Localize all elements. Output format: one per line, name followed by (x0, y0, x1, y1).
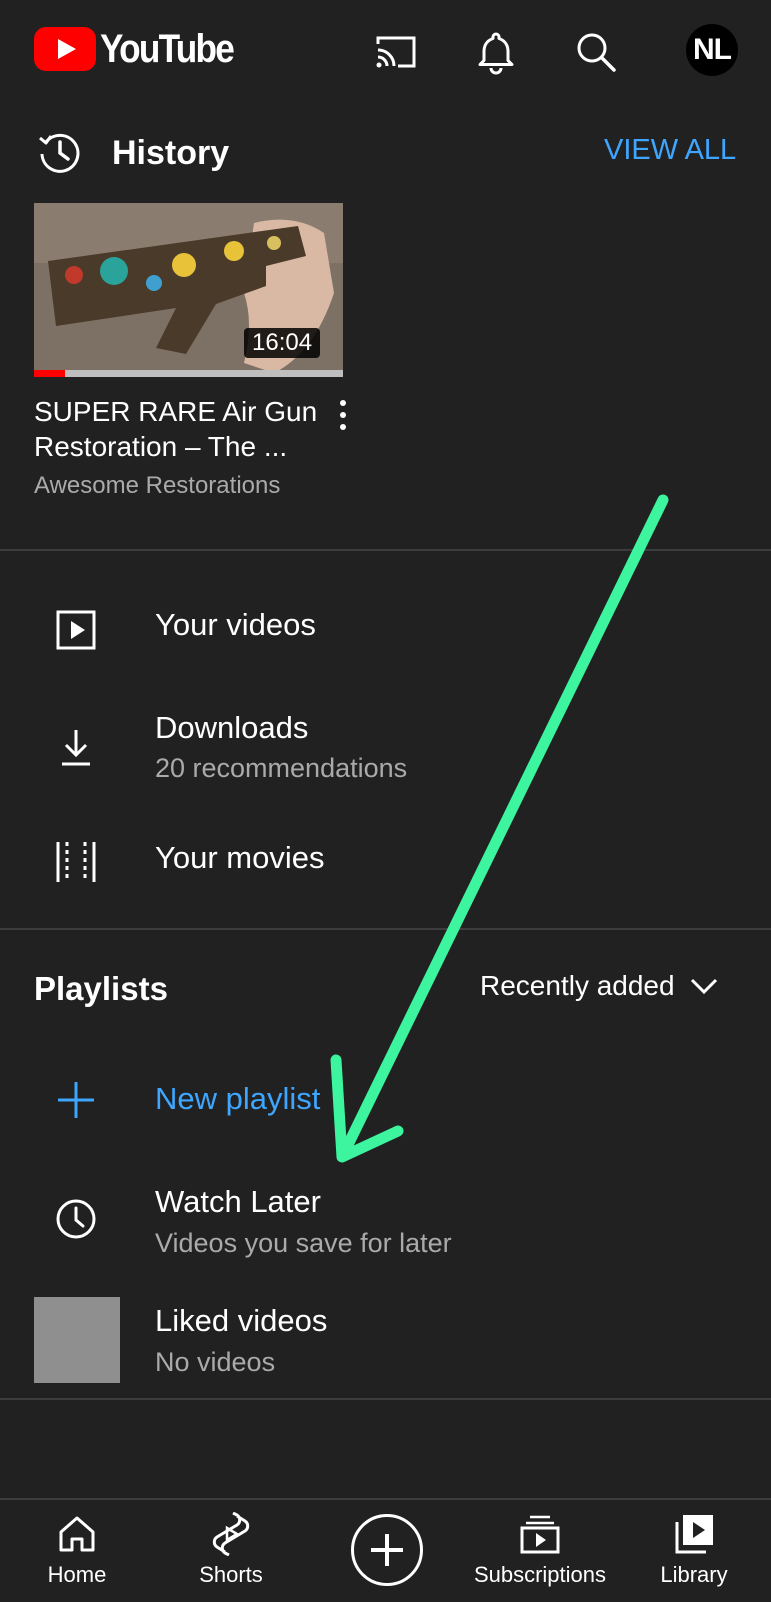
bell-icon[interactable] (472, 28, 520, 76)
nav-subscriptions[interactable]: Subscriptions (465, 1500, 615, 1600)
sort-label: Recently added (480, 970, 675, 1001)
divider (0, 1398, 771, 1400)
clock-icon (56, 1199, 96, 1239)
avatar[interactable]: NL (686, 24, 738, 76)
download-icon (62, 730, 90, 766)
bottom-navigation: Home Shorts Subscriptions Library (0, 1498, 771, 1602)
liked-videos-subtitle: No videos (155, 1347, 276, 1377)
video-title-line1: SUPER RARE Air Gun (34, 396, 318, 427)
nav-home[interactable]: Home (2, 1500, 152, 1600)
shorts-icon (212, 1512, 250, 1556)
video-title[interactable]: SUPER RARE Air Gun Restoration – The ... (34, 394, 324, 464)
plus-icon (371, 1534, 403, 1566)
nav-shorts[interactable]: Shorts (156, 1500, 306, 1600)
view-all-link[interactable]: VIEW ALL (604, 134, 736, 167)
watch-progress-bar (34, 370, 343, 377)
search-icon[interactable] (572, 28, 620, 76)
divider (0, 928, 771, 930)
playlists-title: Playlists (34, 970, 168, 1007)
downloads-subtitle: 20 recommendations (155, 753, 408, 783)
home-icon (59, 1516, 95, 1552)
nav-library-label: Library (660, 1562, 728, 1587)
nav-library[interactable]: Library (619, 1500, 769, 1600)
your-videos-item[interactable]: Your videos (155, 607, 316, 643)
watch-progress-fill (34, 370, 65, 377)
video-title-line2: Restoration – The ... (34, 431, 288, 462)
channel-name: Awesome Restorations (34, 472, 281, 499)
subscriptions-icon (520, 1515, 560, 1554)
new-playlist-button[interactable]: New playlist (155, 1081, 320, 1117)
history-title: History (112, 134, 230, 172)
nav-subscriptions-label: Subscriptions (473, 1562, 607, 1587)
cast-icon[interactable] (372, 28, 420, 76)
your-movies-item[interactable]: Your movies (155, 840, 324, 876)
divider (0, 549, 771, 551)
liked-videos-item[interactable]: Liked videos (155, 1303, 327, 1339)
history-icon (39, 133, 80, 173)
chevron-down-icon (690, 978, 717, 995)
play-square-icon (56, 610, 96, 650)
youtube-logo[interactable]: YouTube (34, 24, 251, 74)
video-duration: 16:04 (244, 328, 321, 358)
library-icon (675, 1515, 713, 1554)
liked-videos-thumbnail[interactable] (34, 1297, 120, 1383)
film-strip-icon (55, 841, 97, 883)
sort-dropdown[interactable]: Recently added (480, 970, 719, 1002)
create-button[interactable] (351, 1514, 423, 1586)
logo-text: YouTube (100, 26, 235, 71)
plus-icon (58, 1082, 94, 1118)
downloads-item[interactable]: Downloads (155, 710, 308, 746)
nav-home-label: Home (47, 1562, 107, 1587)
watch-later-item[interactable]: Watch Later (155, 1184, 321, 1220)
more-vert-icon[interactable] (330, 398, 356, 432)
nav-shorts-label: Shorts (199, 1562, 263, 1587)
youtube-play-icon (34, 27, 96, 71)
watch-later-subtitle: Videos you save for later (155, 1228, 452, 1258)
